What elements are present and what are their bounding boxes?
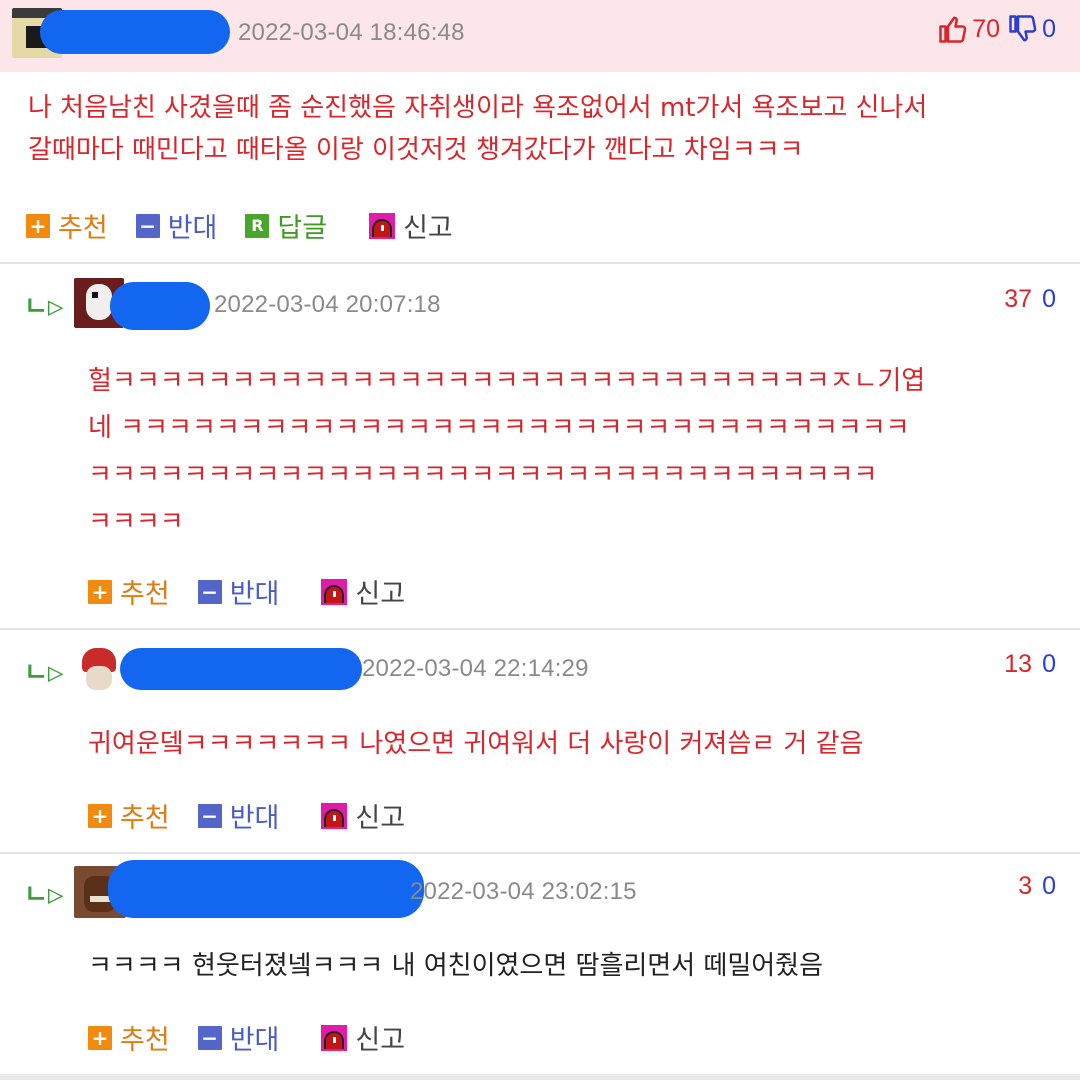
divider: [0, 1074, 1080, 1080]
report-button[interactable]: 신고: [321, 796, 405, 835]
reply-line: ㅋㅋㅋㅋ 현웃터졌넼ㅋㅋㅋ 내 여친이였으면 땀흘리면서 떼밀어줬음: [88, 951, 824, 981]
siren-icon: [321, 578, 348, 605]
siren-icon: [321, 1024, 348, 1051]
reply-line: ㅋㅋㅋㅋㅋㅋㅋㅋㅋㅋㅋㅋㅋㅋㅋㅋㅋㅋㅋㅋㅋㅋㅋㅋㅋㅋㅋㅋㅋㅋㅋㅋㅋ: [88, 460, 878, 490]
oppose-button[interactable]: − 반대: [197, 572, 279, 611]
reply-arrow-icon: ㄴ▷: [24, 292, 64, 322]
downvote-count: 0: [1042, 650, 1056, 678]
redacted-username: [40, 10, 230, 54]
reply-line: ㅋㅋㅋㅋ: [88, 507, 184, 537]
reply-line: 귀여운뎈ㅋㅋㅋㅋㅋㅋㅋ 나였으면 귀여워서 더 사랑이 커져씀ㄹ 거 같음: [88, 729, 864, 759]
minus-icon: −: [135, 213, 160, 238]
plus-icon: +: [88, 1025, 112, 1050]
oppose-button[interactable]: − 반대: [197, 1018, 279, 1057]
recommend-button[interactable]: + 추천: [88, 572, 170, 611]
avatar[interactable]: [74, 644, 124, 694]
reply-line: 헐ㅋㅋㅋㅋㅋㅋㅋㅋㅋㅋㅋㅋㅋㅋㅋㅋㅋㅋㅋㅋㅋㅋㅋㅋㅋㅋㅋㅋㅋㅋㅈㄴ기엽: [88, 366, 926, 396]
reply-actions: + 추천 − 반대 신고: [88, 572, 405, 611]
plus-icon: +: [26, 213, 50, 238]
redacted-username: [120, 648, 362, 690]
reply-actions: + 추천 − 반대 신고: [88, 1018, 405, 1057]
reply-votes: 37 0: [1004, 285, 1056, 314]
plus-icon: +: [88, 803, 112, 828]
redacted-username: [110, 282, 210, 330]
reply-body: 귀여운뎈ㅋㅋㅋㅋㅋㅋㅋ 나였으면 귀여워서 더 사랑이 커져씀ㄹ 거 같음: [88, 724, 1068, 766]
report-button[interactable]: 신고: [321, 572, 405, 611]
redacted-username: [108, 860, 424, 918]
reply-body: 헐ㅋㅋㅋㅋㅋㅋㅋㅋㅋㅋㅋㅋㅋㅋㅋㅋㅋㅋㅋㅋㅋㅋㅋㅋㅋㅋㅋㅋㅋㅋㅈㄴ기엽 네 ㅋㅋ…: [88, 358, 1068, 546]
post-date: 2022-03-04 18:46:48: [238, 19, 465, 46]
divider: [0, 262, 1080, 264]
siren-icon: [321, 802, 348, 829]
post-body: 나 처음남친 사겼을때 좀 순진했음 자취생이라 욕조없어서 mt가서 욕조보고…: [28, 88, 1068, 171]
reply-date: 2022-03-04 23:02:15: [410, 878, 637, 905]
minus-icon: −: [197, 803, 222, 828]
reply-body: ㅋㅋㅋㅋ 현웃터졌넼ㅋㅋㅋ 내 여친이였으면 땀흘리면서 떼밀어줬음: [88, 946, 1068, 988]
upvote-count: 70: [972, 14, 1001, 43]
reply-button[interactable]: R 답글: [245, 206, 327, 245]
downvote-count: 0: [1042, 872, 1056, 900]
recommend-button[interactable]: + 추천: [26, 206, 108, 245]
minus-icon: −: [197, 1025, 222, 1050]
siren-icon: [369, 212, 396, 239]
minus-icon: −: [197, 579, 222, 604]
upvote-count: 37: [1004, 285, 1033, 313]
reply-votes: 3 0: [1018, 872, 1056, 901]
plus-icon: +: [88, 579, 112, 604]
divider: [0, 628, 1080, 630]
post-line: 나 처음남친 사겼을때 좀 순진했음 자취생이라 욕조없어서 mt가서 욕조보고…: [28, 93, 928, 123]
reply-arrow-icon: ㄴ▷: [24, 880, 64, 910]
post-actions: + 추천 − 반대 R 답글 신고: [26, 206, 453, 245]
oppose-button[interactable]: − 반대: [135, 206, 217, 245]
report-button[interactable]: 신고: [369, 206, 453, 245]
oppose-button[interactable]: − 반대: [197, 796, 279, 835]
reply-date: 2022-03-04 20:07:18: [214, 291, 441, 318]
thumbs-up-icon[interactable]: [938, 14, 968, 44]
post-votes: 70 0: [938, 14, 1056, 44]
upvote-count: 3: [1018, 872, 1033, 900]
recommend-button[interactable]: + 추천: [88, 1018, 170, 1057]
reply-actions: + 추천 − 반대 신고: [88, 796, 405, 835]
reply-date: 2022-03-04 22:14:29: [362, 655, 589, 682]
thumbs-down-icon[interactable]: [1008, 14, 1038, 44]
reply-badge-icon: R: [245, 213, 270, 238]
reply-line: 네 ㅋㅋㅋㅋㅋㅋㅋㅋㅋㅋㅋㅋㅋㅋㅋㅋㅋㅋㅋㅋㅋㅋㅋㅋㅋㅋㅋㅋㅋㅋㅋㅋㅋ: [88, 413, 910, 443]
upvote-count: 13: [1004, 650, 1033, 678]
downvote-count: 0: [1042, 285, 1056, 313]
post-line: 갈때마다 때민다고 때타올 이랑 이것저것 챙겨갔다가 깬다고 차임ㅋㅋㅋ: [28, 134, 804, 165]
reply-votes: 13 0: [1004, 650, 1056, 679]
recommend-button[interactable]: + 추천: [88, 796, 170, 835]
divider: [0, 852, 1080, 854]
downvote-count: 0: [1042, 14, 1056, 43]
report-button[interactable]: 신고: [321, 1018, 405, 1057]
reply-arrow-icon: ㄴ▷: [24, 658, 64, 688]
